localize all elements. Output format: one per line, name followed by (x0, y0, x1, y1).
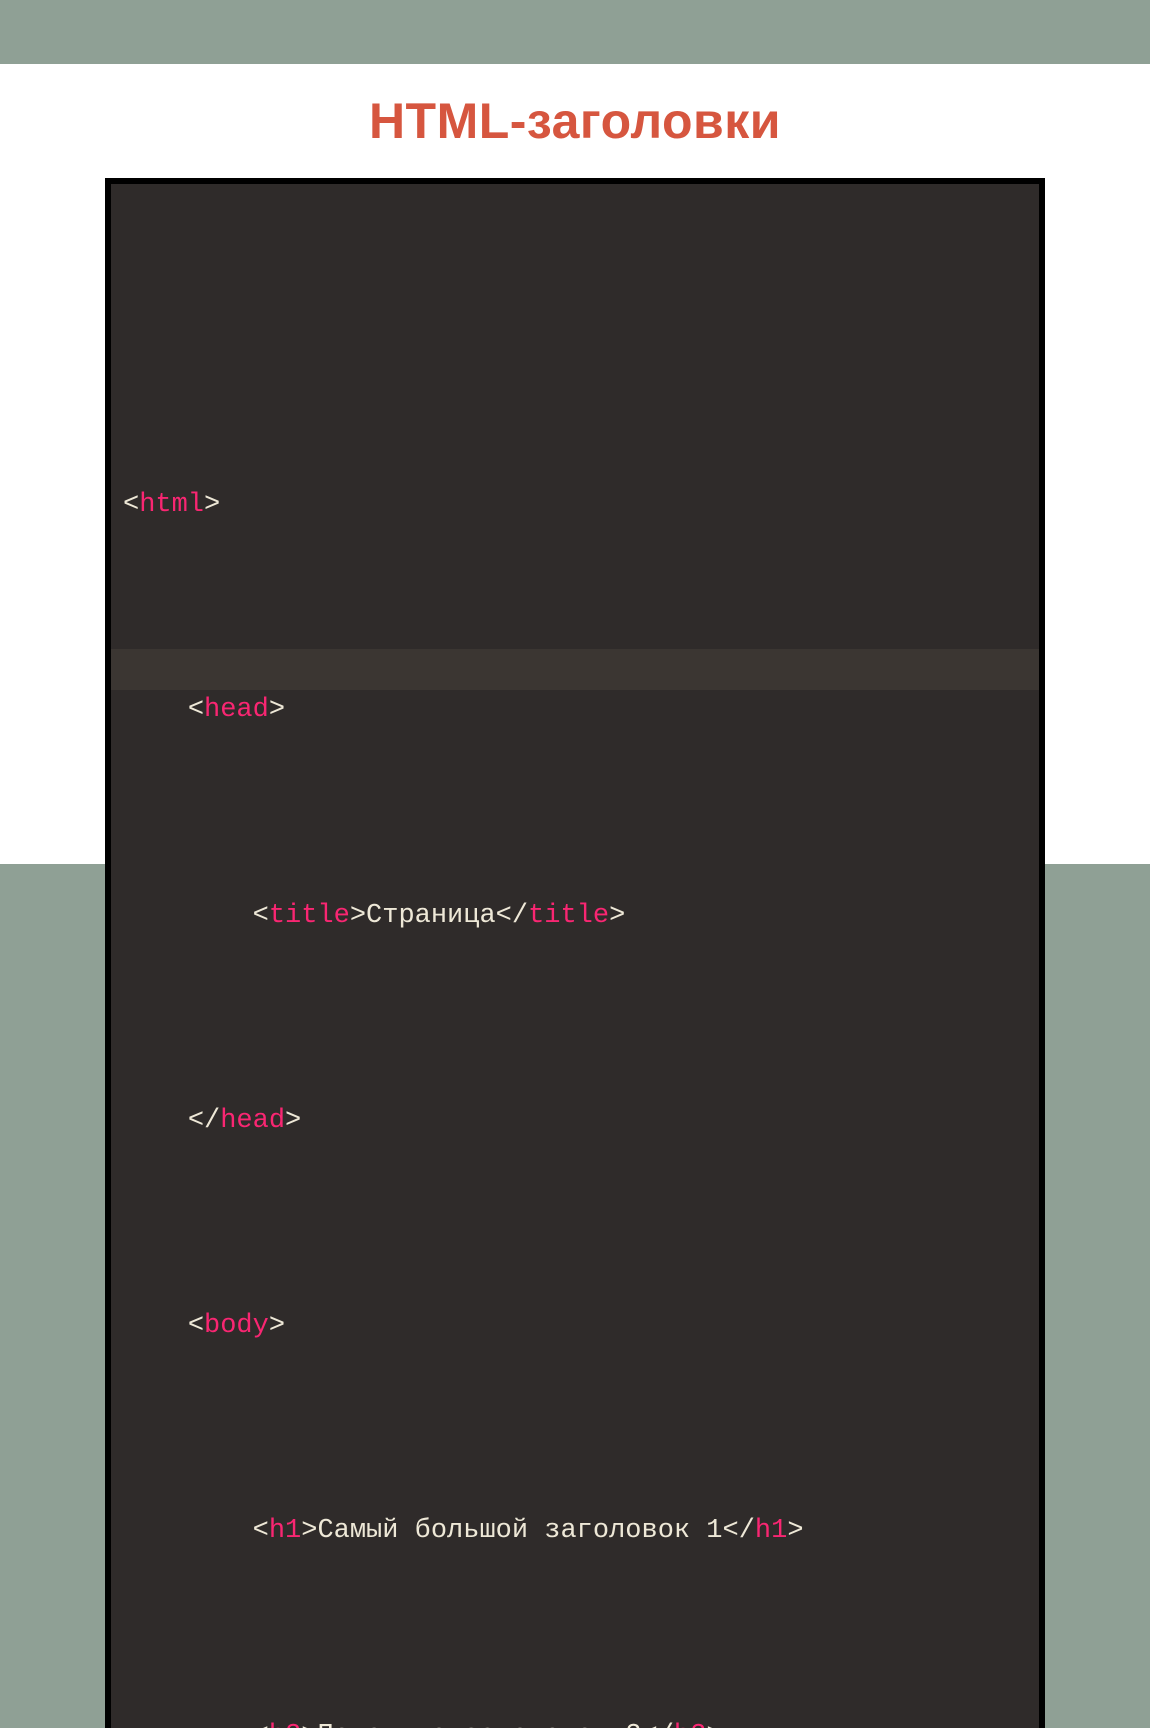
angle-bracket: > (706, 1721, 722, 1728)
slide-title: HTML-заголовки (0, 64, 1150, 178)
angle-bracket: > (204, 490, 220, 520)
code-editor: <html> <head> <title>Страница</title> </… (111, 184, 1039, 1728)
indent-guide (123, 1516, 253, 1546)
slide-root: HTML-заголовки <html> <head> <title>Стра… (0, 0, 1150, 864)
tag-h2-close: h2 (674, 1721, 706, 1728)
angle-bracket: < (188, 1311, 204, 1341)
angle-bracket: > (301, 1516, 317, 1546)
angle-bracket: > (269, 695, 285, 725)
angle-bracket: < (253, 1721, 269, 1728)
active-line-highlight (111, 649, 1039, 690)
code-line: <body> (123, 1306, 1027, 1347)
code-editor-frame: <html> <head> <title>Страница</title> </… (105, 178, 1045, 1728)
angle-bracket: > (787, 1516, 803, 1546)
tag-head: head (204, 695, 269, 725)
code-line: <title>Страница</title> (123, 896, 1027, 937)
h2-text: Поменьше заголовок 2 (317, 1721, 641, 1728)
indent-guide (123, 695, 188, 725)
angle-bracket: > (350, 901, 366, 931)
angle-bracket: < (253, 901, 269, 931)
content-panel: HTML-заголовки <html> <head> <title>Стра… (0, 64, 1150, 864)
indent-guide (123, 1721, 253, 1728)
tag-body: body (204, 1311, 269, 1341)
indent-guide (123, 901, 253, 931)
angle-bracket: </ (723, 1516, 755, 1546)
indent-guide (123, 1311, 188, 1341)
angle-bracket: < (253, 1516, 269, 1546)
tag-html: html (139, 490, 204, 520)
code-line: <h1>Самый большой заголовок 1</h1> (123, 1511, 1027, 1552)
tag-h1-close: h1 (755, 1516, 787, 1546)
code-line: <head> (123, 690, 1027, 731)
angle-bracket: > (269, 1311, 285, 1341)
angle-bracket: </ (496, 901, 528, 931)
angle-bracket: < (188, 695, 204, 725)
code-line: </head> (123, 1101, 1027, 1142)
angle-bracket: < (123, 490, 139, 520)
tag-h2: h2 (269, 1721, 301, 1728)
angle-bracket: > (301, 1721, 317, 1728)
code-line: <h2>Поменьше заголовок 2</h2> (123, 1716, 1027, 1728)
tag-head-close: head (220, 1106, 285, 1136)
tag-h1: h1 (269, 1516, 301, 1546)
indent-guide (123, 1106, 188, 1136)
h1-text: Самый большой заголовок 1 (317, 1516, 722, 1546)
angle-bracket: > (609, 901, 625, 931)
angle-bracket: </ (642, 1721, 674, 1728)
tag-title-close: title (528, 901, 609, 931)
title-text: Страница (366, 901, 496, 931)
tag-title: title (269, 901, 350, 931)
angle-bracket: > (285, 1106, 301, 1136)
code-line: <html> (123, 485, 1027, 526)
angle-bracket: </ (188, 1106, 220, 1136)
